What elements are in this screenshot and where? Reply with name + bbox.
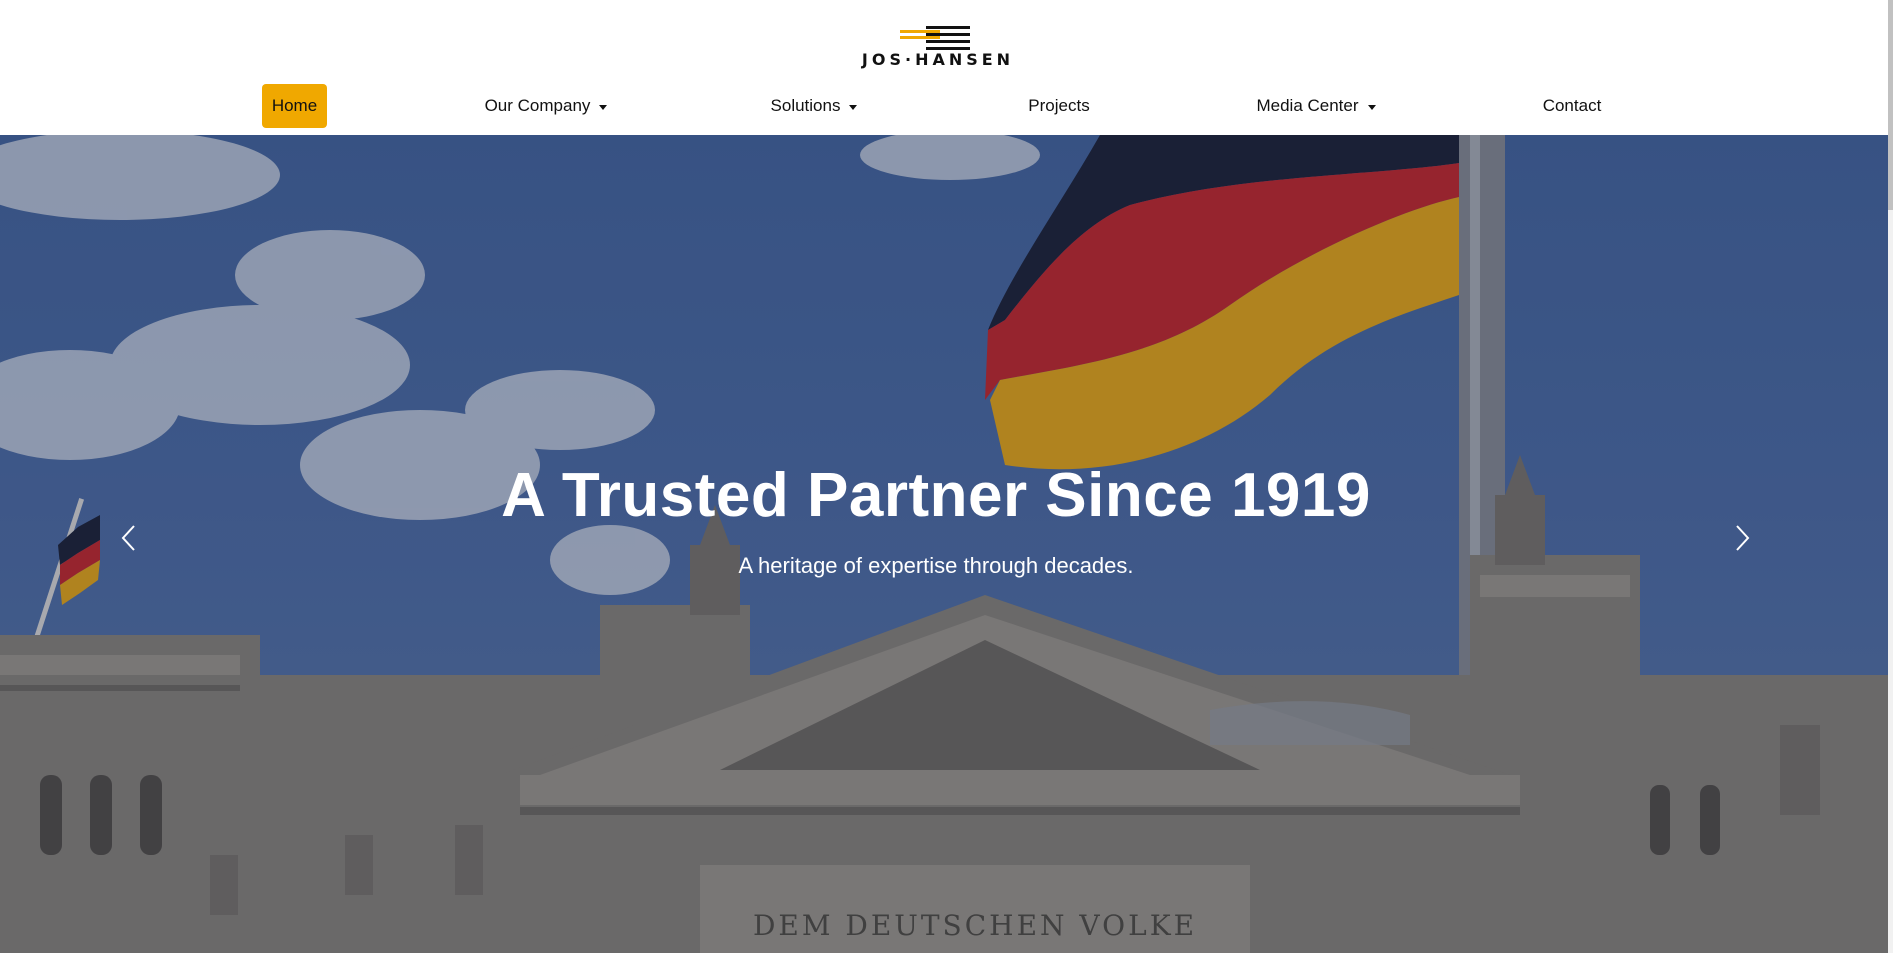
carousel-prev-button[interactable] <box>114 513 144 563</box>
nav-item-label: Solutions <box>770 96 841 115</box>
nav-item-home[interactable]: Home <box>262 84 327 128</box>
site-header: JOS·HANSEN Home Our Company Solutions Pr… <box>0 0 1888 135</box>
hero-carousel: DEM DEUTSCHEN VOLKE A Trusted Partner Si… <box>0 135 1888 953</box>
caret-down-icon <box>599 104 608 110</box>
main-nav: Home Our Company Solutions Projects Medi… <box>0 84 1888 128</box>
carousel-next-button[interactable] <box>1727 513 1757 563</box>
caret-down-icon <box>1367 104 1376 110</box>
nav-item-label: Our Company <box>484 96 591 115</box>
logo[interactable]: JOS·HANSEN <box>838 24 1038 74</box>
nav-item-contact[interactable]: Contact <box>1538 84 1606 128</box>
caret-down-icon <box>849 104 858 110</box>
page-scrollbar[interactable] <box>1888 0 1893 953</box>
hero-title: A Trusted Partner Since 1919 <box>501 461 1371 530</box>
nav-item-projects[interactable]: Projects <box>1022 84 1096 128</box>
page: JOS·HANSEN Home Our Company Solutions Pr… <box>0 0 1888 953</box>
stripes-logo-icon <box>900 26 970 50</box>
nav-item-our-company[interactable]: Our Company <box>480 84 612 128</box>
hero-subtitle: A heritage of expertise through decades. <box>738 553 1134 578</box>
brand-name: JOS·HANSEN <box>861 50 1015 69</box>
nav-item-solutions[interactable]: Solutions <box>768 84 860 128</box>
chevron-left-icon <box>121 525 135 551</box>
scrollbar-thumb[interactable] <box>1888 0 1893 210</box>
hero-overlay <box>0 135 1888 953</box>
nav-item-label: Contact <box>1542 96 1602 115</box>
nav-item-label: Media Center <box>1256 96 1359 115</box>
chevron-right-icon <box>1736 525 1750 551</box>
nav-item-label: Projects <box>1028 96 1090 115</box>
nav-item-label: Home <box>271 96 318 115</box>
nav-item-media-center[interactable]: Media Center <box>1254 84 1378 128</box>
